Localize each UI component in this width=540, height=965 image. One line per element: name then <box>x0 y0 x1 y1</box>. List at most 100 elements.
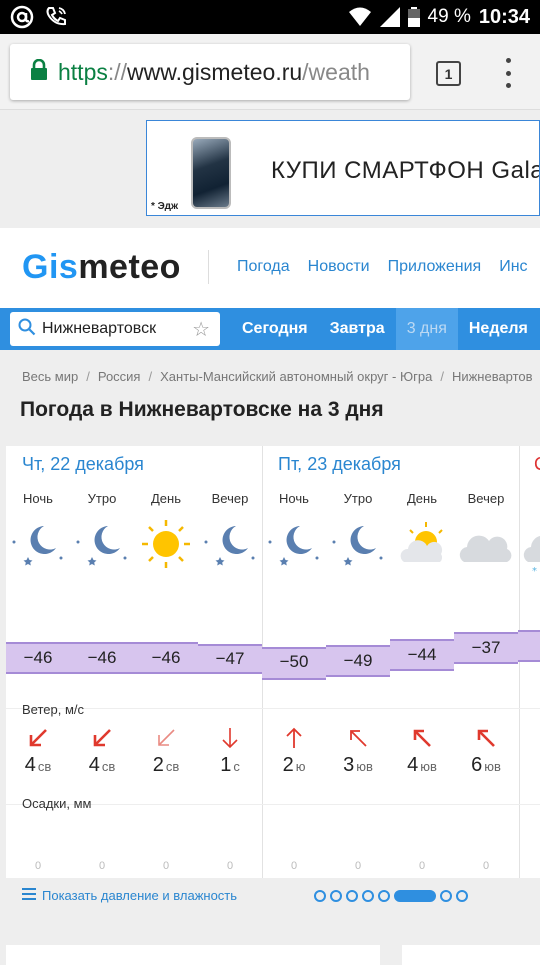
status-bar: 49 % 10:34 <box>0 0 540 34</box>
wind-value: 2 св <box>152 754 180 776</box>
period-label: День <box>407 491 437 506</box>
svg-text:*: * <box>532 566 537 572</box>
tab-switcher-button[interactable]: 1 <box>436 61 461 86</box>
tab-3-days[interactable]: 3 дня <box>395 308 458 350</box>
precipitation-value: 0 <box>34 860 42 872</box>
day-title-2: Пт, 23 декабря <box>278 454 401 474</box>
period-label: Вечер <box>467 491 505 506</box>
sun-icon <box>134 516 198 572</box>
nav-weather[interactable]: Погода <box>237 258 290 276</box>
temperature-value: −46 <box>23 648 53 667</box>
nav-more[interactable]: Инс <box>499 258 527 276</box>
tab-tomorrow[interactable]: Завтра <box>319 308 396 350</box>
page-dot[interactable] <box>440 890 452 902</box>
wind-arrow-icon <box>198 726 262 750</box>
battery-percent: 49 % <box>427 6 471 27</box>
nav-news[interactable]: Новости <box>308 258 370 276</box>
favorite-star-icon[interactable]: ☆ <box>192 317 210 342</box>
moon-stars-icon <box>198 516 262 572</box>
at-sign-icon <box>10 5 34 29</box>
page-dot[interactable] <box>314 890 326 902</box>
wind-value: 1с <box>220 754 240 776</box>
temperature-value: −46 <box>87 648 117 667</box>
moon-stars-icon <box>326 516 390 572</box>
wind-arrow-icon <box>454 726 518 750</box>
url-bar[interactable]: https://www.gismeteo.ru/weath <box>10 44 410 100</box>
wind-arrow-icon <box>262 726 326 750</box>
precipitation-value: 0 <box>418 860 426 872</box>
breadcrumb: Весь мир / Россия / Ханты-Мансийский автоном… <box>22 369 533 384</box>
precipitation-value: 0 <box>482 860 490 872</box>
precipitation-value: 0 <box>226 860 234 872</box>
wifi-icon <box>348 7 372 27</box>
page-dot[interactable] <box>456 890 468 902</box>
show-pressure-humidity-link[interactable]: Показать давление и влажность <box>22 888 237 903</box>
precipitation-value: 0 <box>98 860 106 872</box>
precipitation-value: 0 <box>354 860 362 872</box>
period-label: День <box>151 491 181 506</box>
tab-today[interactable]: Сегодня <box>231 308 319 350</box>
url-path: /weath <box>302 58 370 85</box>
wind-arrow-icon <box>390 726 454 750</box>
temperature-value: −49 <box>343 651 373 670</box>
wind-label: Ветер, м/с <box>22 702 85 717</box>
forecast-card: Чт, 22 декабря Пт, 23 декабря С Ночь Утр… <box>6 446 540 878</box>
smartphone-image <box>191 137 231 209</box>
page-dot-active[interactable] <box>394 890 436 902</box>
tab-week[interactable]: Неделя <box>458 308 539 350</box>
temperature-value: −46 <box>151 648 181 667</box>
cloud-icon <box>454 516 518 572</box>
wind-value: 4 св <box>88 754 116 776</box>
wind-value: 3 юв <box>343 754 373 776</box>
temperature-value: −44 <box>407 645 437 664</box>
temperature-value: −47 <box>215 649 245 668</box>
next-card <box>402 945 540 965</box>
cloud-snow-icon: * <box>518 516 540 577</box>
day-title-3: С <box>534 454 540 475</box>
page-dot[interactable] <box>362 890 374 902</box>
breadcrumb-world[interactable]: Весь мир <box>22 369 78 384</box>
moon-stars-icon <box>70 516 134 572</box>
day-title-1: Чт, 22 декабря <box>22 454 144 474</box>
breadcrumb-region[interactable]: Ханты-Мансийский автономный округ - Югра <box>160 369 432 384</box>
pagination-dots <box>314 890 468 902</box>
wind-value: 2ю <box>282 754 306 776</box>
wind-value: 4 св <box>24 754 52 776</box>
search-value: Нижневартовск <box>42 320 157 337</box>
cellular-signal-icon <box>379 7 400 27</box>
ad-banner[interactable]: * Эдж КУПИ СМАРТФОН Gala <box>146 120 540 216</box>
page-dot[interactable] <box>378 890 390 902</box>
moon-stars-icon <box>262 516 326 572</box>
gismeteo-logo[interactable]: Gismeteo <box>22 248 181 287</box>
temperature-value: −37 <box>471 638 501 657</box>
city-search-input[interactable]: Нижневартовск ☆ <box>10 312 220 346</box>
clock: 10:34 <box>478 5 530 28</box>
breadcrumb-city[interactable]: Нижневартов <box>452 369 533 384</box>
nav-apps[interactable]: Приложения <box>388 258 482 276</box>
wind-arrow-icon <box>326 726 390 750</box>
breadcrumb-russia[interactable]: Россия <box>98 369 141 384</box>
page-title: Погода в Нижневартовске на 3 дня <box>20 398 384 421</box>
sun-cloud-icon <box>390 516 454 572</box>
period-label: Вечер <box>211 491 249 506</box>
battery-icon <box>407 7 420 27</box>
main-nav: Погода Новости Приложения Инс <box>237 258 528 276</box>
wind-value: 6 юв <box>471 754 501 776</box>
period-tabs: Сегодня Завтра 3 дня Неделя <box>231 308 539 350</box>
url-scheme: https <box>58 58 108 85</box>
phone-call-icon <box>44 5 68 29</box>
wind-arrow-icon <box>134 726 198 750</box>
search-icon <box>18 318 36 341</box>
overflow-menu-icon[interactable] <box>500 58 516 88</box>
next-card <box>6 945 380 965</box>
list-icon <box>22 888 36 903</box>
period-label: Утро <box>87 491 117 506</box>
lock-icon <box>30 58 48 86</box>
page-dot[interactable] <box>346 890 358 902</box>
period-label: Утро <box>343 491 373 506</box>
ad-fine-print: * Эдж <box>151 201 179 212</box>
url-separator: :// <box>107 58 128 85</box>
precipitation-value: 0 <box>162 860 170 872</box>
ad-title: КУПИ СМАРТФОН Gala <box>271 157 540 184</box>
page-dot[interactable] <box>330 890 342 902</box>
